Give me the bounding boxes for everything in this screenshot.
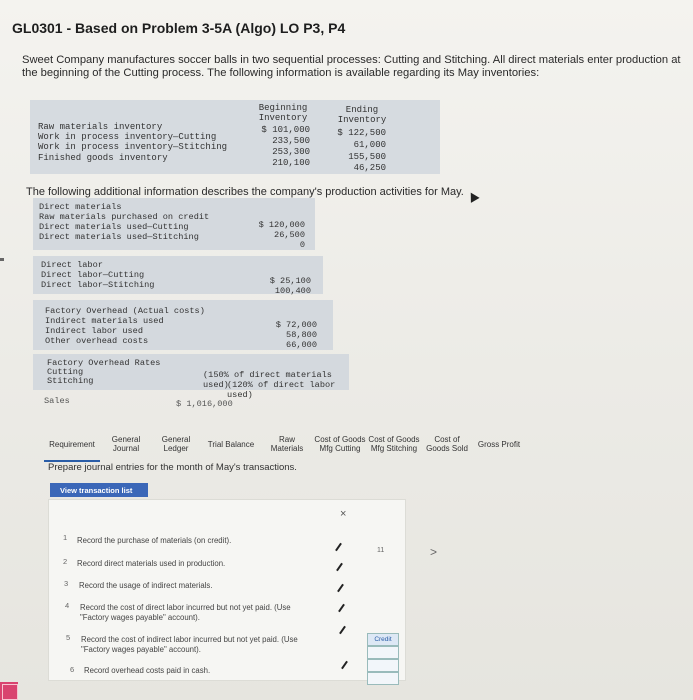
- table-row-label: Raw materials inventory: [38, 122, 163, 132]
- tab-trial-balance[interactable]: Trial Balance: [202, 428, 260, 460]
- transaction-item[interactable]: Record the cost of direct labor incurred…: [80, 603, 316, 623]
- transaction-number: 4: [65, 601, 70, 610]
- sales-value: $ 1,016,000: [176, 399, 233, 409]
- transaction-item[interactable]: Record the usage of indirect materials.: [79, 581, 329, 591]
- table-cell: 155,500: [348, 152, 386, 162]
- transaction-number: 1: [63, 533, 68, 542]
- table-cell: $ 25,100: [269, 276, 311, 286]
- table-cell: 58,800: [286, 330, 317, 340]
- table-cell: $ 72,000: [275, 320, 317, 330]
- table-row-label: Direct materials used—Cutting: [39, 222, 189, 232]
- col-head-line: Inventory: [337, 115, 387, 125]
- table-cell: 100,400: [274, 286, 311, 296]
- view-transaction-list-button[interactable]: View transaction list: [50, 483, 148, 497]
- table-row-label: Indirect materials used: [45, 316, 164, 326]
- table-cell: (120% of direct labor used): [227, 380, 336, 400]
- table-row-label: Direct labor—Cutting: [41, 270, 145, 280]
- problem-intro: Sweet Company manufactures soccer balls …: [22, 54, 681, 79]
- table-cell: $ 120,000: [258, 220, 305, 230]
- transaction-number: 5: [66, 633, 71, 642]
- entry-number: 11: [377, 547, 385, 554]
- beginning-inventory-head: Beginning Inventory: [252, 103, 314, 123]
- transaction-item[interactable]: Record the purchase of materials (on cre…: [77, 536, 327, 546]
- edge-mark: [0, 258, 4, 261]
- tab-requirement[interactable]: Requirement: [44, 428, 100, 462]
- table-cell: 61,000: [353, 140, 386, 150]
- table-row-label: Direct materials used—Stitching: [39, 232, 199, 242]
- table-row-label: Raw materials purchased on credit: [39, 212, 210, 222]
- table-row-label: Stitching: [47, 376, 94, 386]
- factory-overhead-box: Factory Overhead (Actual costs) Indirect…: [33, 300, 333, 350]
- instruction-text: Prepare journal entries for the month of…: [48, 462, 297, 473]
- col-head-line: Ending: [345, 105, 379, 115]
- credit-input[interactable]: [367, 646, 399, 659]
- app-logo-mark: [2, 684, 18, 700]
- credit-column-header: Credit: [367, 633, 399, 646]
- table-row-label: Finished goods inventory: [38, 153, 168, 163]
- section-heading: Factory Overhead (Actual costs): [45, 306, 205, 316]
- table-row-label: Work in process inventory—Cutting: [38, 132, 217, 142]
- tab-general-ledger[interactable]: General Ledger: [152, 428, 200, 460]
- table-cell: $ 122,500: [337, 128, 386, 138]
- table-row-label: Direct labor—Stitching: [41, 280, 155, 290]
- transaction-item[interactable]: Record direct materials used in producti…: [77, 559, 327, 569]
- section-heading: Direct materials: [39, 202, 122, 212]
- direct-materials-box: Direct materials Raw materials purchased…: [33, 198, 315, 250]
- overhead-rates-box: Factory Overhead Rates Cutting Stitching…: [33, 354, 349, 400]
- transaction-item[interactable]: Record the cost of indirect labor incurr…: [81, 635, 311, 655]
- credit-input[interactable]: [367, 672, 399, 685]
- chevron-right-icon[interactable]: >: [430, 545, 437, 559]
- inventory-table: Beginning Inventory Ending Inventory Raw…: [30, 100, 440, 174]
- tab-gross-profit[interactable]: Gross Profit: [472, 428, 526, 460]
- table-cell: 26,500: [274, 230, 305, 240]
- mouse-cursor-icon: [466, 190, 480, 203]
- sales-label: Sales: [44, 396, 70, 406]
- table-cell: $ 101,000: [261, 125, 310, 135]
- page: GL0301 - Based on Problem 3-5A (Algo) LO…: [0, 0, 693, 700]
- credit-input[interactable]: [367, 659, 399, 672]
- table-cell: 253,300: [272, 147, 310, 157]
- table-cell: 0: [299, 240, 305, 250]
- col-head-line: Beginning: [258, 103, 308, 113]
- ending-inventory-head: Ending Inventory: [330, 105, 394, 125]
- tab-cogm-cutting[interactable]: Cost of Goods Mfg Cutting: [314, 428, 366, 460]
- transaction-item[interactable]: Record overhead costs paid in cash.: [84, 666, 314, 676]
- table-row-label: Indirect labor used: [45, 326, 143, 336]
- tab-general-journal[interactable]: General Journal: [102, 428, 150, 460]
- table-cell: 46,250: [353, 163, 386, 173]
- close-icon[interactable]: ×: [340, 508, 346, 520]
- section-heading: Direct labor: [41, 260, 103, 270]
- col-head-line: Inventory: [258, 113, 308, 123]
- worksheet-tabs: Requirement General Journal General Ledg…: [44, 428, 534, 462]
- table-row-label: Work in process inventory—Stitching: [38, 142, 228, 152]
- table-cell: 66,000: [286, 340, 317, 350]
- additional-info-text: The following additional information des…: [26, 186, 464, 198]
- table-row-label: Other overhead costs: [45, 336, 149, 346]
- table-cell: 233,500: [272, 136, 310, 146]
- direct-labor-box: Direct labor Direct labor—Cutting Direct…: [33, 256, 323, 296]
- tab-cogm-stitching[interactable]: Cost of Goods Mfg Stitching: [368, 428, 420, 460]
- transaction-number: 2: [63, 557, 68, 566]
- transaction-number: 3: [64, 579, 69, 588]
- page-title: GL0301 - Based on Problem 3-5A (Algo) LO…: [12, 20, 346, 36]
- transaction-number: 6: [70, 665, 75, 674]
- table-cell: 210,100: [272, 158, 310, 168]
- tab-cost-of-goods-sold[interactable]: Cost of Goods Sold: [422, 428, 472, 460]
- tab-raw-materials[interactable]: Raw Materials: [262, 428, 312, 460]
